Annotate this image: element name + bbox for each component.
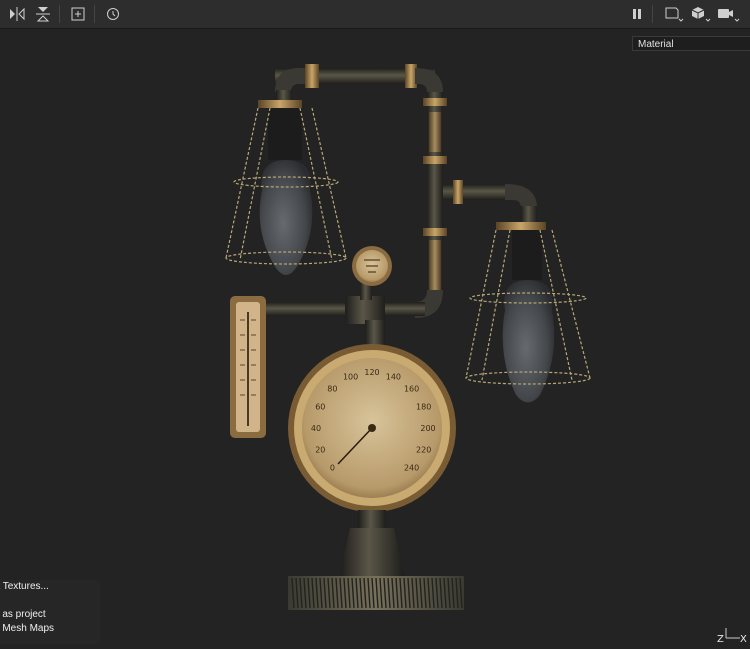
history-icon[interactable] bbox=[103, 4, 123, 24]
gauge-tick-label: 180 bbox=[416, 403, 431, 412]
add-frame-icon[interactable] bbox=[68, 4, 88, 24]
left-lamp bbox=[225, 100, 347, 275]
gauge-tick-label: 220 bbox=[416, 445, 431, 454]
gauge-tick-label: 60 bbox=[315, 403, 325, 412]
gauge-tick-label: 100 bbox=[343, 372, 358, 381]
top-toolbar bbox=[0, 0, 750, 29]
gauge-tick-label: 0 bbox=[330, 464, 335, 473]
right-lamp bbox=[465, 222, 591, 403]
menu-item-export-textures[interactable]: rt Textures... bbox=[0, 580, 100, 594]
menu-item-bake-mesh-maps[interactable]: e Mesh Maps bbox=[0, 622, 100, 636]
menu-item-2[interactable]: o bbox=[0, 594, 100, 608]
gauge-tick-label: 20 bbox=[315, 445, 325, 454]
gauge-tick-label: 80 bbox=[327, 384, 337, 393]
thermometer bbox=[230, 296, 266, 438]
gauge-tick-label: 200 bbox=[420, 424, 435, 433]
gauge-tick-label: 140 bbox=[386, 372, 401, 381]
axis-z-label: Z bbox=[717, 634, 724, 645]
context-menu: rt Textures... o e as project e Mesh Map… bbox=[0, 580, 100, 644]
axis-gizmo-icon: Z X bbox=[717, 628, 747, 645]
toolbar-separator bbox=[652, 5, 653, 23]
pressure-gauge: 0 20 40 60 80 100 120 140160 180 200 220 240 bbox=[288, 344, 456, 512]
camera-icon[interactable] bbox=[716, 4, 742, 24]
toolbar-separator bbox=[59, 5, 60, 23]
small-gauge bbox=[352, 246, 392, 286]
gauge-tick-label: 120 bbox=[364, 368, 379, 377]
lamp-base bbox=[288, 510, 464, 610]
gauge-tick-label: 40 bbox=[311, 424, 321, 433]
3d-viewport[interactable]: 0 20 40 60 80 100 120 140160 180 200 220 240 bbox=[0, 29, 750, 649]
viewport-mode-icon[interactable] bbox=[662, 4, 686, 24]
toolbar-separator bbox=[94, 5, 95, 23]
mesh-view-icon[interactable] bbox=[689, 4, 713, 24]
menu-item-save-as-project[interactable]: e as project bbox=[0, 608, 100, 622]
axis-x-label: X bbox=[740, 634, 747, 645]
pause-icon[interactable] bbox=[627, 4, 647, 24]
mirror-y-icon[interactable] bbox=[33, 4, 53, 24]
mirror-x-icon[interactable] bbox=[7, 4, 27, 24]
gauge-tick-label: 160 bbox=[404, 384, 419, 393]
gauge-tick-label: 240 bbox=[404, 464, 419, 473]
